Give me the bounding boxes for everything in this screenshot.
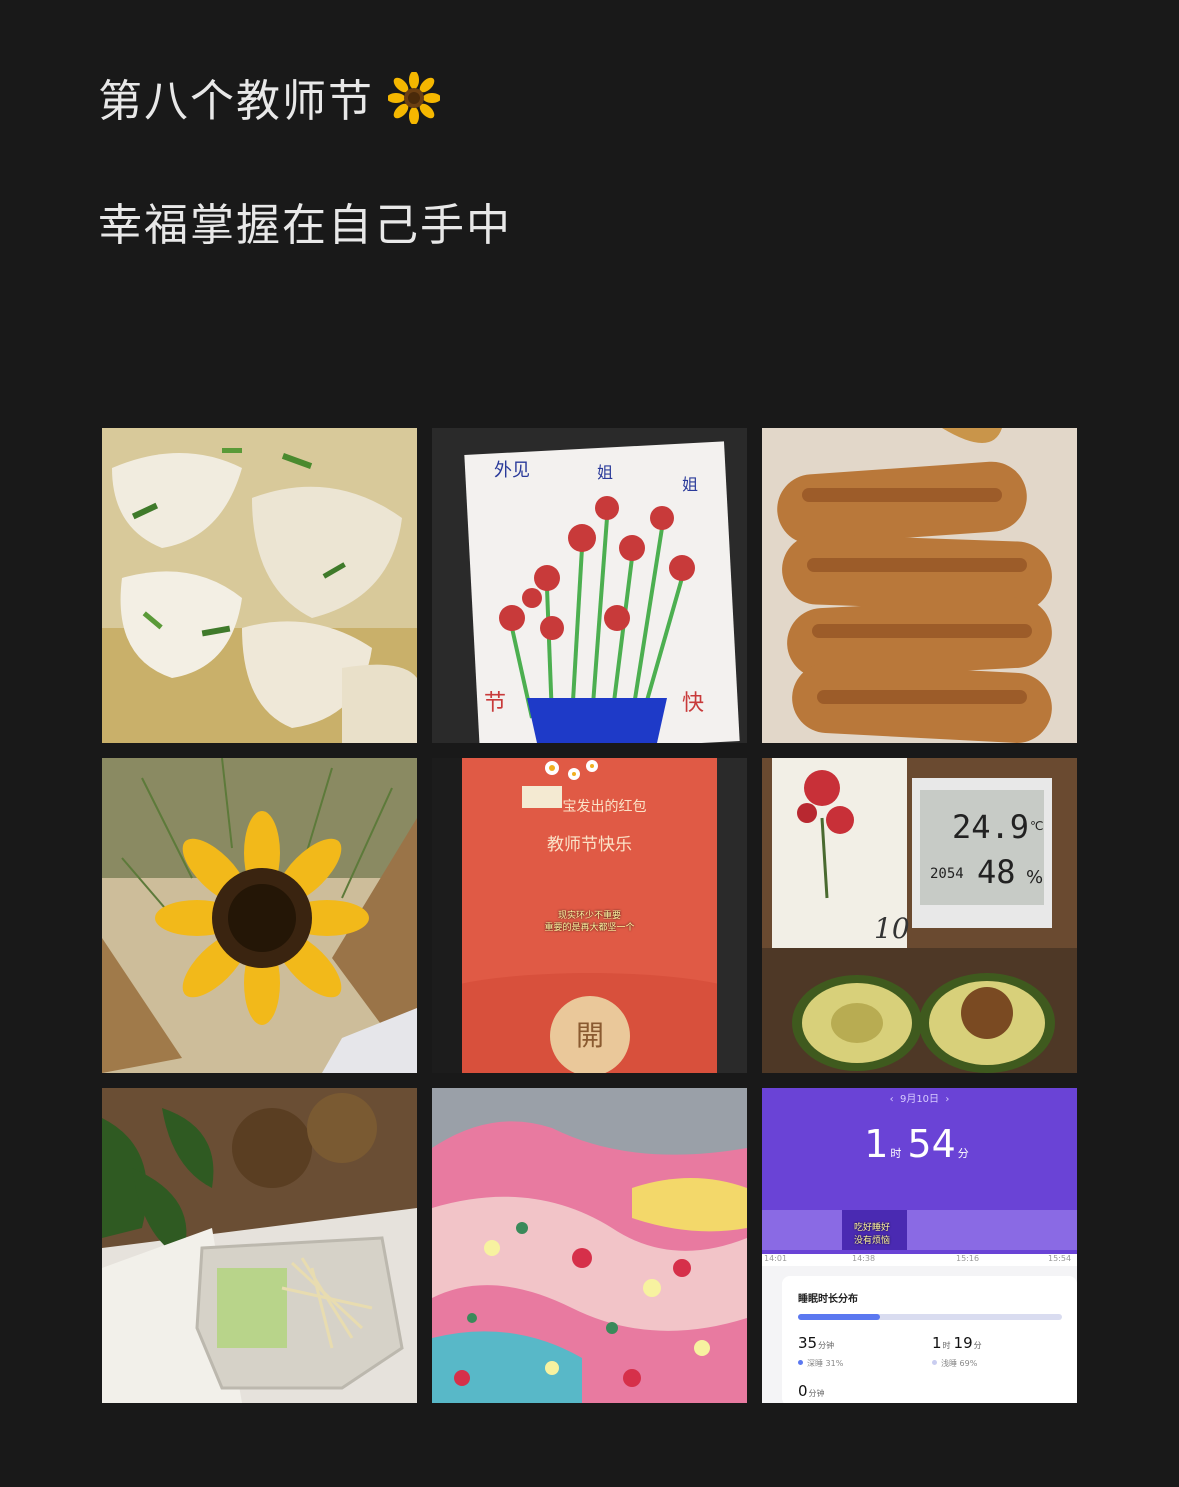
sleep-time-axis: 14:01 14:38 15:16 15:54 <box>762 1254 1077 1266</box>
light-minutes-unit: 分 <box>973 1341 982 1350</box>
humidity-unit: % <box>1026 867 1043 888</box>
open-envelope-button[interactable]: 開 <box>550 996 630 1073</box>
axis-time-3: 15:16 <box>956 1254 980 1263</box>
fried-dough-image <box>762 428 1077 743</box>
photo-wontons[interactable] <box>102 428 417 743</box>
axis-time-2: 14:38 <box>852 1254 876 1263</box>
photo-lunch-box[interactable] <box>102 1088 417 1403</box>
sleep-ratio-fill <box>798 1314 880 1320</box>
post-line-2: 幸福掌握在自己手中 <box>98 200 512 251</box>
deep-dot-icon <box>798 1360 803 1365</box>
light-hours-unit: 时 <box>942 1341 951 1350</box>
sleep-caption-1: 吃好睡好 <box>853 1223 890 1233</box>
envelope-title: 教师节快乐 <box>547 835 632 855</box>
deep-minutes: 35 <box>798 1334 818 1352</box>
sleep-app: ‹ 9月10日 › 1 时 54 分 吃好睡好 没有烦恼 14:01 14:38 15… <box>762 1088 1077 1403</box>
envelope-side-strip <box>717 758 747 1073</box>
light-minutes: 19 <box>953 1334 973 1352</box>
drawing-text-tl: 外见 <box>494 460 530 481</box>
drawing-text-tr: 姐 <box>682 475 698 494</box>
axis-time-4: 15:54 <box>1048 1254 1072 1263</box>
sunflower-icon <box>388 72 440 124</box>
photo-grid: 外见 姐 姐 节 快 宝发出的红包 教师节快乐 现实环少不重要 重要的是再大都坚… <box>102 428 1077 1403</box>
deep-label: 深睡 31% <box>807 1359 844 1368</box>
temperature-unit: ℃ <box>1030 819 1043 833</box>
photo-flower-drawing[interactable]: 外见 姐 姐 节 快 <box>432 428 747 743</box>
sleep-total-minutes: 54 <box>907 1122 956 1166</box>
awake-minutes: 0 <box>798 1382 808 1400</box>
post-line-1: 第八个教师节 <box>98 72 512 132</box>
sleep-ratio-bar <box>798 1314 1062 1320</box>
sleep-minutes-unit: 分 <box>957 1147 969 1160</box>
photo-fried-dough[interactable] <box>762 428 1077 743</box>
sleep-caption-2: 没有烦恼 <box>853 1236 890 1246</box>
humidity-reading: 48 <box>977 853 1016 891</box>
photo-sunflower[interactable] <box>102 758 417 1073</box>
deep-unit: 分钟 <box>818 1341 835 1350</box>
sleep-total: 1 时 54 分 <box>762 1122 1077 1166</box>
photo-floral-fabric[interactable] <box>432 1088 747 1403</box>
photo-red-envelope[interactable]: 宝发出的红包 教师节快乐 现实环少不重要 重要的是再大都坚一个 開 <box>432 758 747 1073</box>
sunflower-image <box>102 758 417 1073</box>
post-text: 第八个教师节 幸福掌握在自己手中 <box>98 72 512 256</box>
thermometer-avocado-image: 10 24.9 ℃ 2054 48 % <box>762 758 1077 1073</box>
awake-unit: 分钟 <box>808 1389 825 1398</box>
wontons-image <box>102 428 417 743</box>
photo-sleep-app[interactable]: ‹ 9月10日 › 1 时 54 分 吃好睡好 没有烦恼 14:01 14:38 15… <box>762 1088 1077 1403</box>
floral-fabric-image <box>432 1088 747 1403</box>
drawing-text-tm: 姐 <box>597 463 613 482</box>
drawing-text-bl: 节 <box>484 691 506 716</box>
light-dot-icon <box>932 1360 937 1365</box>
sleep-date-text: 9月10日 <box>899 1094 940 1105</box>
envelope-sender: 宝发出的红包 <box>562 799 647 815</box>
light-legend: 浅睡 69% <box>932 1358 977 1369</box>
awake-stat: 0分钟 <box>798 1382 828 1400</box>
light-label: 浅睡 69% <box>941 1359 978 1368</box>
axis-time-1: 14:01 <box>764 1254 788 1263</box>
red-envelope: 宝发出的红包 教师节快乐 现实环少不重要 重要的是再大都坚一个 開 <box>462 758 717 1073</box>
sleep-total-hours: 1 <box>864 1122 889 1166</box>
sleep-date: ‹ 9月10日 › <box>889 1094 950 1105</box>
calendar-day: 10 <box>874 912 910 945</box>
light-hours: 1 <box>932 1334 942 1352</box>
temperature-reading: 24.9 <box>952 808 1029 846</box>
photo-thermometer-avocado[interactable]: 10 24.9 ℃ 2054 48 % <box>762 758 1077 1073</box>
small-reading: 2054 <box>930 866 964 882</box>
light-sleep-stat: 1时 19分 <box>932 1334 985 1352</box>
deep-sleep-stat: 35分钟 <box>798 1334 837 1352</box>
flower-drawing-image: 外见 姐 姐 节 快 <box>432 428 747 743</box>
deep-legend: 深睡 31% <box>798 1358 843 1369</box>
sleep-distribution-card: 睡眠时长分布 35分钟 深睡 31% 1时 19分 浅睡 69% 0分钟 <box>782 1276 1077 1403</box>
post-line-1-text: 第八个教师节 <box>98 76 374 127</box>
sleep-hours-unit: 时 <box>890 1147 902 1160</box>
drawing-text-br: 快 <box>682 691 704 716</box>
envelope-caption-2: 重要的是再大都坚一个 <box>544 923 635 933</box>
lunch-box-image <box>102 1088 417 1403</box>
sleep-card-title: 睡眠时长分布 <box>798 1294 858 1305</box>
